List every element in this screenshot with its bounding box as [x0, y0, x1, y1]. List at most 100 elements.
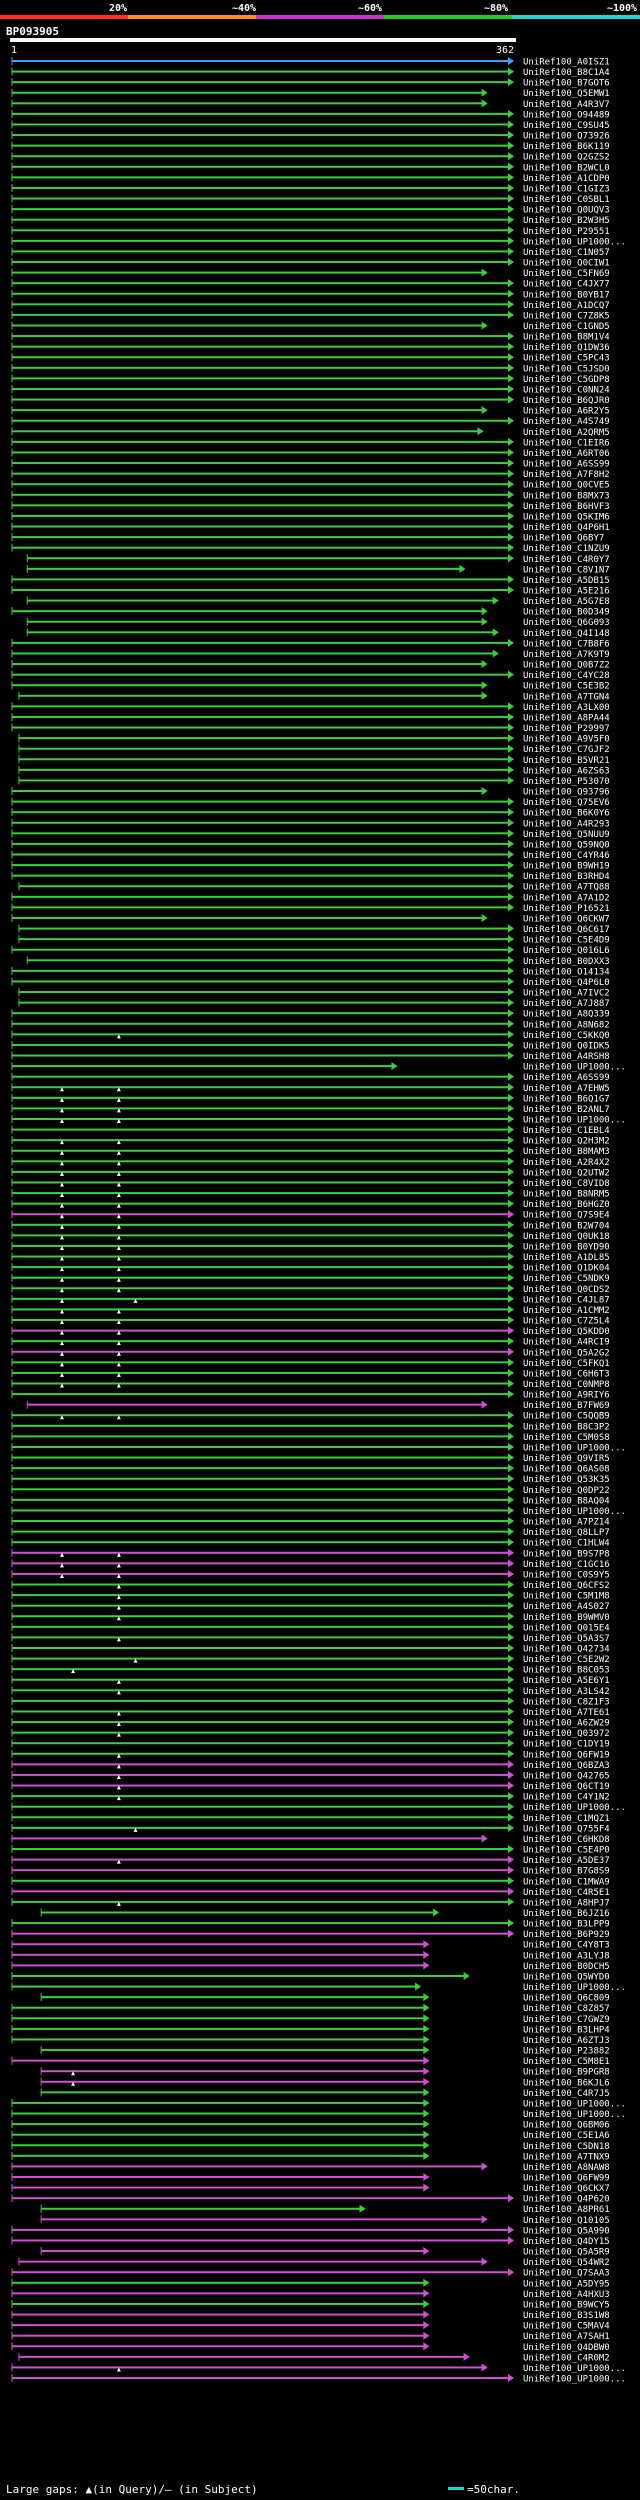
- hit-label[interactable]: UniRef100_B7G8S9: [523, 1867, 610, 1877]
- hit-label[interactable]: UniRef100_C7GJF2: [523, 745, 610, 755]
- hit-label[interactable]: UniRef100_A6R2Y5: [523, 407, 610, 417]
- hit-label[interactable]: UniRef100_C4JX77: [523, 280, 610, 290]
- hit-label[interactable]: UniRef100_C0S9Y5: [523, 1570, 610, 1580]
- hit-label[interactable]: UniRef100_B3RHD4: [523, 872, 610, 882]
- hit-label[interactable]: UniRef100_C5FN69: [523, 269, 610, 279]
- hit-label[interactable]: UniRef100_C8V1N7: [523, 565, 610, 575]
- hit-label[interactable]: UniRef100_B8C053: [523, 1666, 610, 1676]
- hit-label[interactable]: UniRef100_C0NMP8: [523, 1380, 610, 1390]
- hit-label[interactable]: UniRef100_Q6FW99: [523, 2174, 610, 2184]
- hit-label[interactable]: UniRef100_Q0CIW1: [523, 259, 610, 269]
- hit-label[interactable]: UniRef100_A7TGN4: [523, 692, 610, 702]
- hit-label[interactable]: UniRef100_UP1000...: [523, 1443, 626, 1453]
- hit-label[interactable]: UniRef100_C6H6T3: [523, 1369, 610, 1379]
- hit-label[interactable]: UniRef100_A3LS42: [523, 1687, 610, 1697]
- hit-label[interactable]: UniRef100_B2W704: [523, 1221, 610, 1231]
- hit-label[interactable]: UniRef100_Q10105: [523, 2216, 610, 2226]
- hit-label[interactable]: UniRef100_Q5KIM6: [523, 512, 610, 522]
- hit-label[interactable]: UniRef100_A6ZW29: [523, 1719, 610, 1729]
- hit-label[interactable]: UniRef100_A7PZ14: [523, 1518, 610, 1528]
- hit-label[interactable]: UniRef100_P16521: [523, 904, 610, 914]
- hit-label[interactable]: UniRef100_A5E216: [523, 587, 610, 597]
- hit-label[interactable]: UniRef100_Q0IDK5: [523, 1041, 610, 1051]
- hit-label[interactable]: UniRef100_Q4P6L0: [523, 978, 610, 988]
- hit-label[interactable]: UniRef100_Q6BM06: [523, 2121, 610, 2131]
- hit-label[interactable]: UniRef100_B6HVF3: [523, 502, 610, 512]
- hit-label[interactable]: UniRef100_C1NZU9: [523, 544, 610, 554]
- hit-label[interactable]: UniRef100_B2W3H5: [523, 216, 610, 226]
- hit-label[interactable]: UniRef100_C1HLW4: [523, 1539, 610, 1549]
- hit-label[interactable]: UniRef100_A4RSH8: [523, 1052, 610, 1062]
- hit-label[interactable]: UniRef100_Q93796: [523, 788, 610, 798]
- hit-label[interactable]: UniRef100_B8AQ04: [523, 1496, 610, 1506]
- hit-label[interactable]: UniRef100_C8Z857: [523, 2004, 610, 2014]
- hit-label[interactable]: UniRef100_A8PA44: [523, 713, 610, 723]
- hit-label[interactable]: UniRef100_C5E3B2: [523, 682, 610, 692]
- hit-label[interactable]: UniRef100_Q9VIR5: [523, 1454, 610, 1464]
- hit-label[interactable]: UniRef100_A1CDP0: [523, 174, 610, 184]
- hit-label[interactable]: UniRef100_A7SAH1: [523, 2332, 610, 2342]
- hit-label[interactable]: UniRef100_C5KKQ0: [523, 1031, 610, 1041]
- hit-label[interactable]: UniRef100_B9WCY5: [523, 2300, 610, 2310]
- hit-label[interactable]: UniRef100_C6HKD8: [523, 1835, 610, 1845]
- hit-label[interactable]: UniRef100_A8Q339: [523, 1010, 610, 1020]
- hit-label[interactable]: UniRef100_Q54WR2: [523, 2258, 610, 2268]
- hit-label[interactable]: UniRef100_B0YD90: [523, 1242, 610, 1252]
- hit-label[interactable]: UniRef100_B8M1V4: [523, 333, 610, 343]
- hit-label[interactable]: UniRef100_C5MAV4: [523, 2322, 610, 2332]
- hit-label[interactable]: UniRef100_A9RIY6: [523, 1391, 610, 1401]
- hit-label[interactable]: UniRef100_P23882: [523, 2047, 610, 2057]
- hit-label[interactable]: UniRef100_Q75EV6: [523, 798, 610, 808]
- hit-label[interactable]: UniRef100_B0YB17: [523, 290, 610, 300]
- hit-label[interactable]: UniRef100_A0ISZ1: [523, 58, 610, 68]
- hit-label[interactable]: UniRef100_B6KJL6: [523, 2078, 610, 2088]
- hit-label[interactable]: UniRef100_Q2H3M2: [523, 1137, 610, 1147]
- hit-label[interactable]: UniRef100_B2WCL0: [523, 163, 610, 173]
- hit-label[interactable]: UniRef100_B0DCH5: [523, 1962, 610, 1972]
- hit-label[interactable]: UniRef100_C4YC28: [523, 671, 610, 681]
- hit-label[interactable]: UniRef100_B0D349: [523, 608, 610, 618]
- hit-label[interactable]: UniRef100_Q53K35: [523, 1475, 610, 1485]
- hit-label[interactable]: UniRef100_C8VID8: [523, 1179, 610, 1189]
- hit-label[interactable]: UniRef100_A7TE61: [523, 1708, 610, 1718]
- hit-label[interactable]: UniRef100_A7K9T9: [523, 650, 610, 660]
- hit-label[interactable]: UniRef100_A7TQ88: [523, 883, 610, 893]
- hit-label[interactable]: UniRef100_C5E4P0: [523, 1846, 610, 1856]
- hit-label[interactable]: UniRef100_B3LPP9: [523, 1920, 610, 1930]
- hit-label[interactable]: UniRef100_A6RT06: [523, 449, 610, 459]
- hit-label[interactable]: UniRef100_Q2UTW2: [523, 1168, 610, 1178]
- hit-label[interactable]: UniRef100_Q6CT19: [523, 1782, 610, 1792]
- hit-label[interactable]: UniRef100_A8PR61: [523, 2205, 610, 2215]
- hit-label[interactable]: UniRef100_B9PGR8: [523, 2068, 610, 2078]
- hit-label[interactable]: UniRef100_Q5A2G2: [523, 1348, 610, 1358]
- hit-label[interactable]: UniRef100_A4HXU3: [523, 2290, 610, 2300]
- hit-label[interactable]: UniRef100_A5DB15: [523, 576, 610, 586]
- hit-label[interactable]: UniRef100_B2ANL7: [523, 1105, 610, 1115]
- hit-label[interactable]: UniRef100_C1MWA9: [523, 1877, 610, 1887]
- hit-label[interactable]: UniRef100_A7F8H2: [523, 470, 610, 480]
- hit-label[interactable]: UniRef100_UP1000...: [523, 1983, 626, 1993]
- hit-label[interactable]: UniRef100_Q4P620: [523, 2195, 610, 2205]
- hit-label[interactable]: UniRef100_C0NN24: [523, 385, 610, 395]
- hit-label[interactable]: UniRef100_UP1000...: [523, 1116, 626, 1126]
- hit-label[interactable]: UniRef100_Q0CDS2: [523, 1285, 610, 1295]
- hit-label[interactable]: UniRef100_Q5NUU9: [523, 830, 610, 840]
- hit-label[interactable]: UniRef100_Q6C809: [523, 1994, 610, 2004]
- hit-label[interactable]: UniRef100_C4Y1N2: [523, 1793, 610, 1803]
- hit-label[interactable]: UniRef100_Q42765: [523, 1771, 610, 1781]
- hit-label[interactable]: UniRef100_C0SBL1: [523, 195, 610, 205]
- hit-label[interactable]: UniRef100_Q015E4: [523, 1623, 610, 1633]
- hit-label[interactable]: UniRef100_Q2GZS2: [523, 153, 610, 163]
- hit-label[interactable]: UniRef100_Q7S9E4: [523, 1211, 610, 1221]
- hit-label[interactable]: UniRef100_UP1000...: [523, 2364, 626, 2374]
- hit-label[interactable]: UniRef100_UP1000...: [523, 1803, 626, 1813]
- hit-label[interactable]: UniRef100_C1GND5: [523, 322, 610, 332]
- hit-label[interactable]: UniRef100_A1CMM2: [523, 1306, 610, 1316]
- hit-label[interactable]: UniRef100_B7GOT6: [523, 79, 610, 89]
- hit-label[interactable]: UniRef100_Q4I148: [523, 629, 610, 639]
- hit-label[interactable]: UniRef100_Q6AS08: [523, 1465, 610, 1475]
- hit-label[interactable]: UniRef100_C5E1A6: [523, 2131, 610, 2141]
- hit-label[interactable]: UniRef100_UP1000...: [523, 1063, 626, 1073]
- hit-label[interactable]: UniRef100_A7A1D2: [523, 893, 610, 903]
- hit-label[interactable]: UniRef100_A5DE37: [523, 1856, 610, 1866]
